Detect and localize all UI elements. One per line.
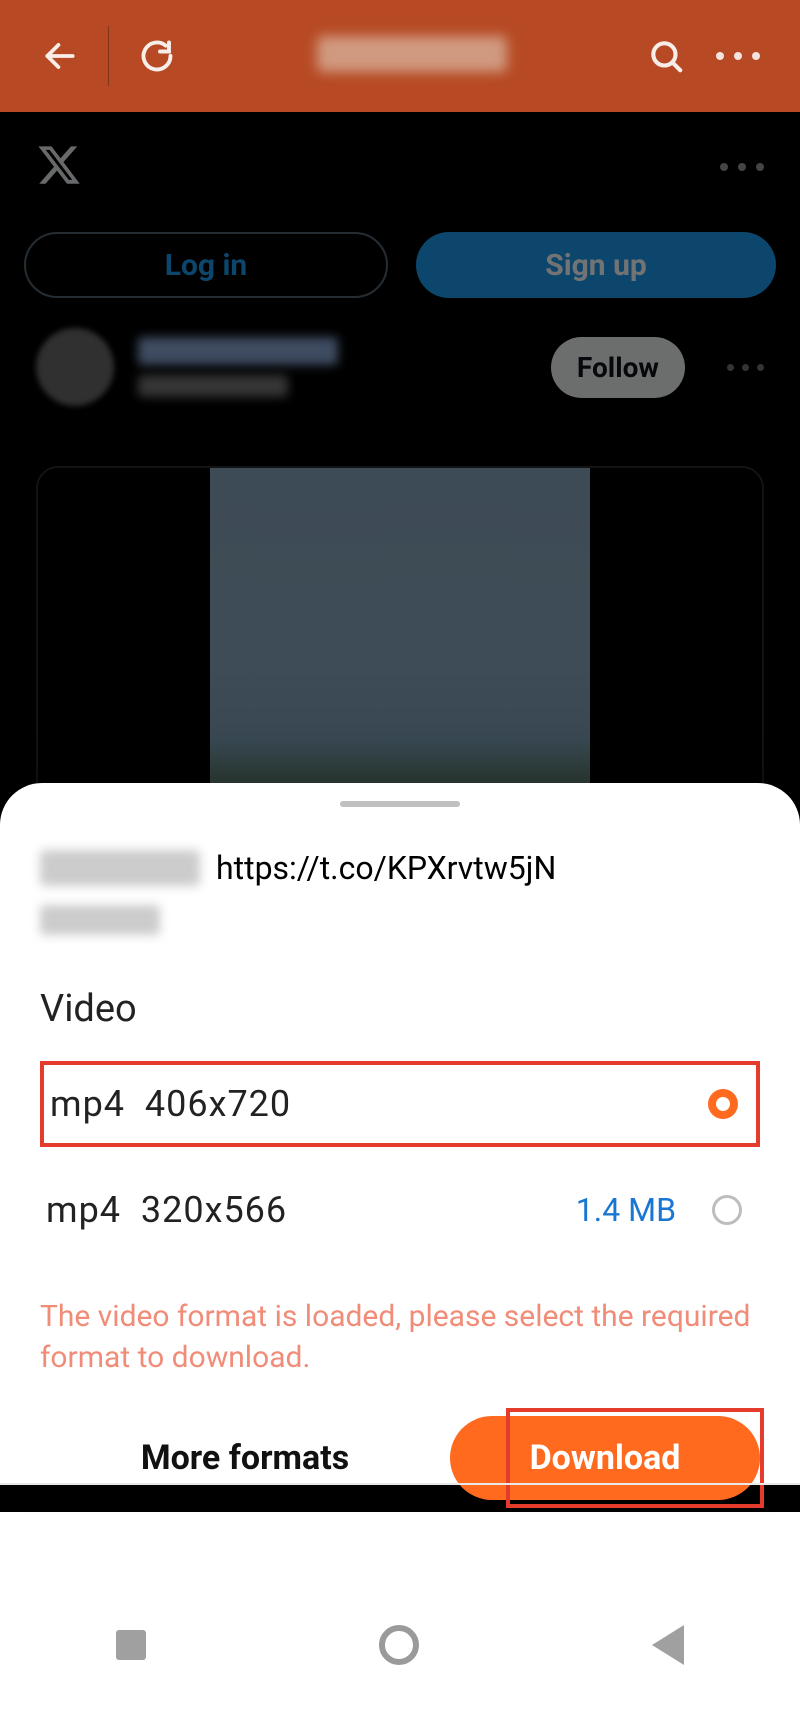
tweet-meta: https://t.co/KPXrvtw5jN bbox=[40, 849, 760, 887]
divider bbox=[0, 1483, 800, 1485]
download-label: Download bbox=[530, 1438, 681, 1478]
tweet-url: https://t.co/KPXrvtw5jN bbox=[216, 849, 556, 887]
format-text: mp4 406x720 bbox=[50, 1083, 708, 1125]
follow-label: Follow bbox=[577, 351, 659, 384]
profile-names bbox=[138, 337, 527, 397]
download-button[interactable]: Download bbox=[450, 1416, 760, 1500]
login-button[interactable]: Log in bbox=[24, 232, 388, 298]
refresh-icon[interactable] bbox=[127, 26, 187, 86]
video-section-title: Video bbox=[40, 987, 760, 1031]
format-notice: The video format is loaded, please selec… bbox=[40, 1297, 760, 1378]
x-logo-icon[interactable] bbox=[36, 142, 82, 192]
drag-handle[interactable] bbox=[340, 801, 460, 807]
back-icon[interactable] bbox=[30, 26, 90, 86]
avatar[interactable] bbox=[36, 328, 114, 406]
radio-selected-icon[interactable] bbox=[708, 1089, 738, 1119]
login-label: Log in bbox=[165, 248, 248, 283]
format-option-406x720[interactable]: mp4 406x720 bbox=[40, 1061, 760, 1147]
signup-label: Sign up bbox=[545, 248, 647, 283]
format-text: mp4 320x566 bbox=[46, 1189, 576, 1231]
more-formats-button[interactable]: More formats bbox=[40, 1438, 450, 1478]
format-option-320x566[interactable]: mp4 320x566 1.4 MB bbox=[40, 1167, 760, 1253]
recents-icon[interactable] bbox=[116, 1630, 146, 1660]
format-size: 1.4 MB bbox=[576, 1191, 676, 1229]
system-nav-bar bbox=[0, 1580, 800, 1710]
search-icon[interactable] bbox=[636, 26, 696, 86]
download-sheet: https://t.co/KPXrvtw5jN Video mp4 406x72… bbox=[0, 783, 800, 1483]
back-nav-icon[interactable] bbox=[652, 1625, 684, 1665]
home-icon[interactable] bbox=[379, 1625, 419, 1665]
page-menu-icon[interactable] bbox=[720, 163, 764, 171]
radio-unselected-icon[interactable] bbox=[712, 1195, 742, 1225]
format-list: mp4 406x720 mp4 320x566 1.4 MB bbox=[40, 1061, 760, 1253]
browser-menu-icon[interactable] bbox=[716, 52, 760, 60]
signup-button[interactable]: Sign up bbox=[416, 232, 776, 298]
follow-button[interactable]: Follow bbox=[551, 337, 685, 398]
browser-top-bar bbox=[0, 0, 800, 112]
divider bbox=[108, 26, 109, 86]
address-bar[interactable] bbox=[187, 36, 636, 76]
more-formats-label: More formats bbox=[141, 1438, 349, 1478]
video-thumbnail[interactable] bbox=[36, 466, 764, 806]
post-menu-icon[interactable] bbox=[727, 364, 764, 371]
